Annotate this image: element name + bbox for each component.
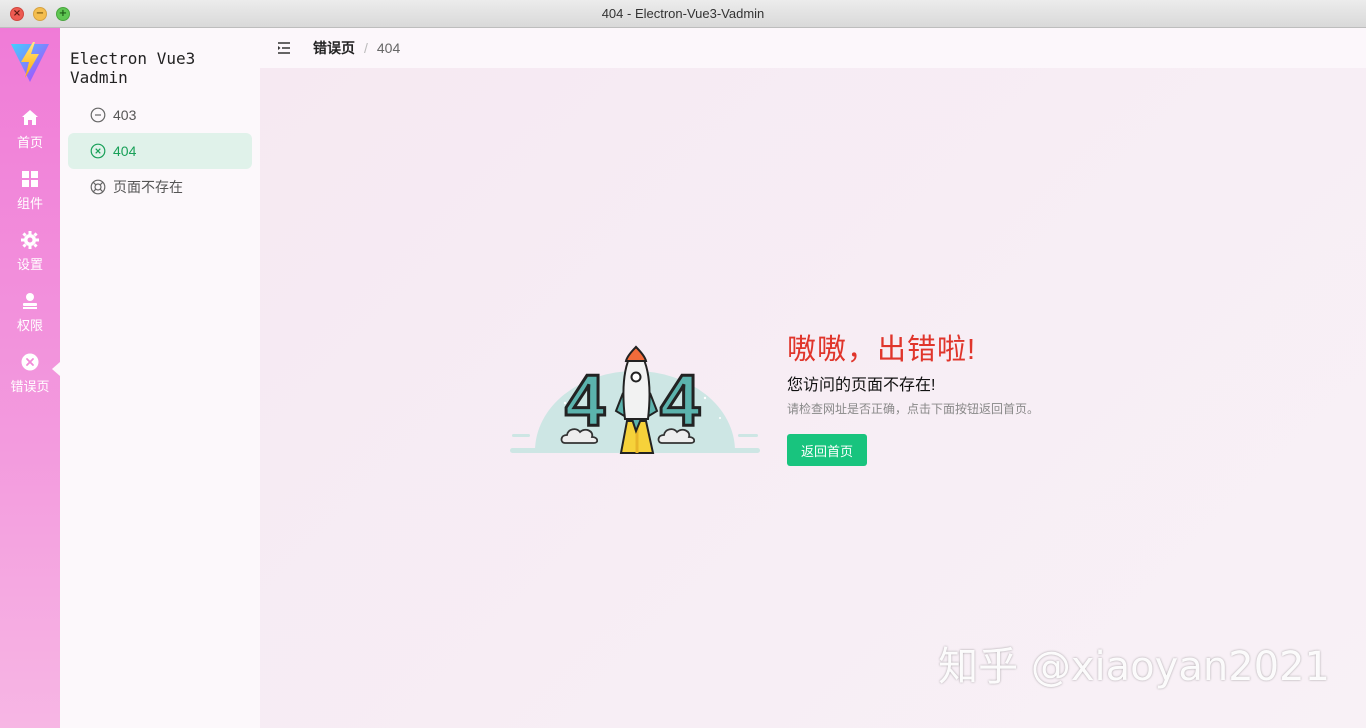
close-icon: × [12,8,22,19]
error-description: 请检查网址是否正确，点击下面按钮返回首页。 [787,402,1040,416]
user-icon [23,293,37,309]
window-controls: × − + [10,7,70,21]
close-circle-icon [90,143,106,159]
sidebar-item-label: 页面不存在 [113,179,183,195]
back-home-button[interactable]: 返回首页 [787,434,867,466]
home-icon [22,110,38,125]
window-titlebar: × − + 404 - Electron-Vue3-Vadmin [0,0,1366,28]
rail-item-label: 权限 [16,318,43,333]
rail-item-label: 设置 [16,257,43,272]
rail-item-error-page[interactable]: 错误页 [0,352,60,408]
window-title: 404 - Electron-Vue3-Vadmin [601,6,765,21]
maximize-window-button[interactable]: + [56,7,70,21]
sidebar-item-404[interactable]: 404 [68,133,252,169]
gear-icon [21,231,39,249]
menu-toggle-icon[interactable] [276,40,292,56]
grid-icon [22,171,38,187]
sidebar-item-not-found[interactable]: 页面不存在 [68,169,252,205]
rail-item-label: 组件 [16,196,43,211]
sidebar-item-label: 403 [113,107,137,123]
primary-nav-rail: 首页 组件 设置 权限 错误页 [0,28,60,728]
404-illustration: 4 4 [510,345,760,454]
app-logo [11,42,49,82]
error-subtitle: 您访问的页面不存在! [787,377,936,394]
top-header: 错误页 / 404 [260,28,1366,68]
minus-circle-icon [90,107,106,123]
error-title: 嗷嗷，出错啦! [787,334,977,366]
maximize-icon: + [58,8,68,19]
rail-item-label: 错误页 [10,379,50,394]
rail-item-components[interactable]: 组件 [0,169,60,225]
sidebar-item-label: 404 [113,143,137,159]
close-window-button[interactable]: × [10,7,24,21]
main-content: 4 4 嗷嗷，出错啦! 您访问的页面不存在! 请检查网址是否正确，点击下面按钮返… [260,68,1366,728]
breadcrumb-parent[interactable]: 错误页 [313,38,355,58]
breadcrumb-separator: / [364,40,368,56]
rail-item-settings[interactable]: 设置 [0,230,60,286]
app-name: Electron Vue3 Vadmin [70,49,196,87]
minimize-window-button[interactable]: − [33,7,47,21]
secondary-sidebar: Electron Vue3 Vadmin 403 404 页面不存在 [60,28,260,728]
lifebuoy-icon [90,179,106,195]
illustration-digit-right: 4 [660,361,700,441]
rail-item-label: 首页 [16,135,43,150]
breadcrumb-current: 404 [376,40,401,56]
sidebar-item-403[interactable]: 403 [68,97,252,133]
minimize-icon: − [35,8,45,19]
close-circle-icon [21,353,39,371]
rail-item-home[interactable]: 首页 [0,108,60,164]
watermark: 知乎 @xiaoyan2021 [938,644,1330,690]
rail-item-permission[interactable]: 权限 [0,291,60,347]
